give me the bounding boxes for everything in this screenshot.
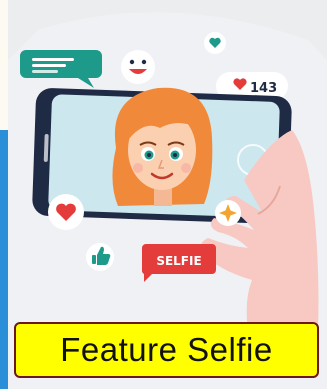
sparkle-icon xyxy=(215,200,241,226)
heart-badge-red-icon xyxy=(48,194,84,230)
thumbs-up-icon xyxy=(86,243,114,271)
heart-badge-icon xyxy=(204,32,226,54)
feature-caption: Feature Selfie xyxy=(14,322,319,378)
likes-count: 143 xyxy=(250,81,277,96)
left-accent-bar xyxy=(0,130,8,389)
caption-text: Feature Selfie xyxy=(60,331,273,368)
girl-avatar xyxy=(112,87,213,206)
image-frame: 143 SELFIE Feature Selfie xyxy=(0,0,327,389)
smiley-icon xyxy=(121,50,155,84)
selfie-tag-label: SELFIE xyxy=(156,254,201,268)
